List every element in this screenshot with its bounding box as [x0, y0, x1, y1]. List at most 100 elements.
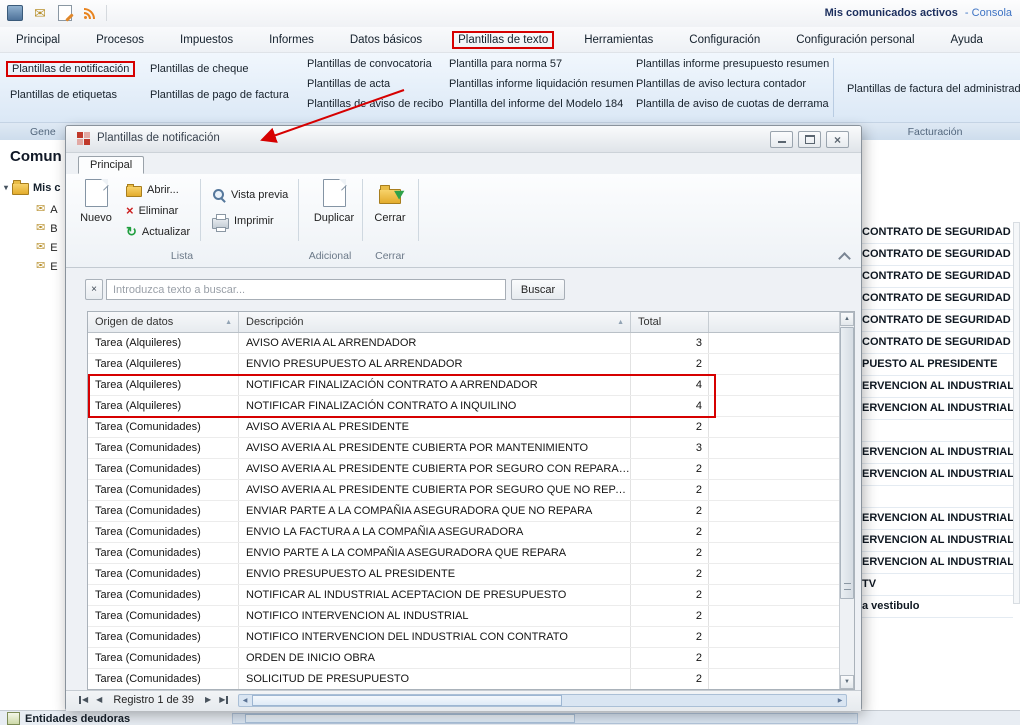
scrollbar-thumb[interactable]	[840, 327, 854, 599]
ribbon-item[interactable]: Plantillas de aviso lectura contador	[632, 76, 833, 92]
scroll-down-icon[interactable]: ▼	[840, 675, 854, 689]
ribbon-item[interactable]: Plantillas de aviso de recibo	[303, 96, 447, 112]
buscar-button[interactable]: Buscar	[511, 279, 565, 300]
menu-item[interactable]: Configuración	[683, 31, 766, 49]
grid-vertical-scrollbar[interactable]: ▲ ▼	[839, 312, 854, 689]
tree-root-node[interactable]: ▾ Mis c	[4, 180, 61, 195]
table-cell-filler	[709, 564, 839, 584]
bottom-horizontal-scrollbar[interactable]	[232, 713, 858, 724]
menu-item[interactable]: Ayuda	[945, 31, 989, 49]
menu-item[interactable]: Informes	[263, 31, 320, 49]
previous-record-button[interactable]: ◀	[93, 693, 105, 706]
dialog-titlebar[interactable]: Plantillas de notificación ×	[66, 126, 861, 153]
ribbon-item[interactable]: Plantillas de acta	[303, 76, 447, 92]
ribbon-item[interactable]: Plantillas de notificación	[6, 61, 135, 77]
tree-item[interactable]: ✉E	[36, 238, 58, 257]
table-row[interactable]: Tarea (Comunidades)NOTIFICAR AL INDUSTRI…	[88, 585, 839, 606]
ribbon-item[interactable]: Plantilla de aviso de cuotas de derrama	[632, 96, 833, 112]
tree-item[interactable]: ✉A	[36, 200, 58, 219]
last-record-button[interactable]: ▶	[216, 693, 231, 706]
menu-item[interactable]: Configuración personal	[790, 31, 920, 49]
ribbon-item[interactable]: Plantillas de factura del administrador	[843, 81, 1020, 97]
ribbon-item[interactable]: Plantilla del informe del Modelo 184	[445, 96, 638, 112]
ribbon-item[interactable]: Plantillas de cheque	[146, 61, 293, 77]
menu-item[interactable]: Herramientas	[578, 31, 659, 49]
table-row[interactable]: Tarea (Comunidades)ENVIO PRESUPUESTO AL …	[88, 564, 839, 585]
first-record-button[interactable]: ◀	[76, 693, 91, 706]
mail-icon[interactable]: ✉	[31, 4, 49, 22]
tree-item-label: E	[50, 261, 57, 273]
table-row[interactable]: Tarea (Alquileres)NOTIFICAR FINALIZACIÓN…	[88, 396, 839, 417]
table-row[interactable]: Tarea (Alquileres)NOTIFICAR FINALIZACIÓN…	[88, 375, 839, 396]
ribbon-item[interactable]: Plantillas de convocatoria	[303, 56, 447, 72]
table-cell-filler	[709, 354, 839, 374]
actualizar-button[interactable]: ↻ Actualizar	[122, 221, 194, 242]
scrollbar-thumb[interactable]	[252, 695, 562, 706]
entidades-deudoras-panel[interactable]: Entidades deudoras	[7, 712, 130, 725]
menu-item[interactable]: Principal	[10, 31, 66, 49]
table-row[interactable]: Tarea (Comunidades)NOTIFICO INTERVENCION…	[88, 627, 839, 648]
menu-item[interactable]: Impuestos	[174, 31, 239, 49]
background-scrollbar[interactable]	[1013, 222, 1020, 604]
table-cell-filler	[709, 543, 839, 563]
vista-previa-button[interactable]: Vista previa	[208, 182, 292, 208]
scroll-right-icon[interactable]: ▶	[834, 695, 846, 706]
column-header-origen[interactable]: Origen de datos ▲	[88, 312, 239, 332]
column-header-total[interactable]: Total	[631, 312, 709, 332]
table-row[interactable]: Tarea (Comunidades)AVISO AVERIA AL PRESI…	[88, 438, 839, 459]
toolbar-separator	[298, 179, 299, 241]
ribbon-group-separator	[833, 58, 834, 117]
imprimir-button[interactable]: Imprimir	[208, 208, 292, 234]
table-cell: 2	[631, 354, 709, 374]
duplicar-button[interactable]: Duplicar	[312, 177, 356, 243]
plantillas-notificacion-dialog: Plantillas de notificación × Principal N…	[65, 125, 862, 710]
ribbon-item[interactable]: Plantillas de pago de factura	[146, 87, 293, 103]
tab-principal[interactable]: Principal	[78, 156, 144, 174]
column-header-descripcion[interactable]: Descripción ▲	[239, 312, 631, 332]
compose-icon[interactable]	[56, 4, 74, 22]
search-input[interactable]	[106, 279, 506, 300]
tree-expander-icon[interactable]: ▾	[4, 183, 8, 192]
ribbon-item[interactable]: Plantillas de etiquetas	[6, 87, 135, 103]
table-row[interactable]: Tarea (Alquileres)AVISO AVERIA AL ARREND…	[88, 333, 839, 354]
table-row[interactable]: Tarea (Alquileres)ENVIO PRESUPUESTO AL A…	[88, 354, 839, 375]
minimize-button[interactable]	[770, 131, 793, 148]
table-row[interactable]: Tarea (Comunidades)ENVIAR PARTE A LA COM…	[88, 501, 839, 522]
cerrar-button[interactable]: Cerrar	[368, 177, 412, 243]
toolbar-group-adicional: Adicional	[298, 250, 362, 262]
menu-item[interactable]: Datos básicos	[344, 31, 428, 49]
close-button[interactable]: ×	[826, 131, 849, 148]
table-row[interactable]: Tarea (Comunidades)SOLICITUD DE PRESUPUE…	[88, 669, 839, 689]
app-icon[interactable]	[6, 4, 24, 22]
table-row[interactable]: Tarea (Comunidades)ENVIO LA FACTURA A LA…	[88, 522, 839, 543]
grid-horizontal-scrollbar[interactable]: ◀ ▶	[238, 694, 847, 707]
ribbon-column: Plantillas de cheque Plantillas de pago d…	[146, 61, 293, 103]
ribbon-item[interactable]: Plantillas informe presupuesto resumen	[632, 56, 833, 72]
collapse-ribbon-icon[interactable]	[838, 252, 851, 265]
table-row[interactable]: Tarea (Comunidades)ENVIO PARTE A LA COMP…	[88, 543, 839, 564]
table-row[interactable]: Tarea (Comunidades)AVISO AVERIA AL PRESI…	[88, 480, 839, 501]
table-cell: 4	[631, 375, 709, 395]
sort-ascending-icon: ▲	[225, 319, 232, 326]
table-row[interactable]: Tarea (Comunidades)AVISO AVERIA AL PRESI…	[88, 459, 839, 480]
ribbon-item[interactable]: Plantilla para norma 57	[445, 56, 638, 72]
scrollbar-thumb[interactable]	[245, 714, 575, 723]
maximize-button[interactable]	[798, 131, 821, 148]
menu-item[interactable]: Procesos	[90, 31, 150, 49]
menu-item[interactable]: Plantillas de texto	[452, 31, 554, 49]
next-record-button[interactable]: ▶	[202, 693, 214, 706]
table-row[interactable]: Tarea (Comunidades)NOTIFICO INTERVENCION…	[88, 606, 839, 627]
rss-icon[interactable]	[81, 4, 99, 22]
scroll-left-icon[interactable]: ◀	[239, 695, 251, 706]
eliminar-button[interactable]: × Eliminar	[122, 200, 194, 221]
table-row[interactable]: Tarea (Comunidades)ORDEN DE INICIO OBRA2	[88, 648, 839, 669]
ribbon-item[interactable]: Plantillas informe liquidación resumen	[445, 76, 638, 92]
table-row[interactable]: Tarea (Comunidades)AVISO AVERIA AL PRESI…	[88, 417, 839, 438]
tree-items: ✉A✉B✉E✉E	[36, 200, 58, 276]
scroll-up-icon[interactable]: ▲	[840, 312, 854, 326]
clear-search-button[interactable]: ×	[85, 279, 103, 300]
abrir-button[interactable]: Abrir...	[122, 179, 194, 200]
nuevo-button[interactable]: Nuevo	[74, 177, 118, 243]
tree-item[interactable]: ✉B	[36, 219, 58, 238]
tree-item[interactable]: ✉E	[36, 257, 58, 276]
